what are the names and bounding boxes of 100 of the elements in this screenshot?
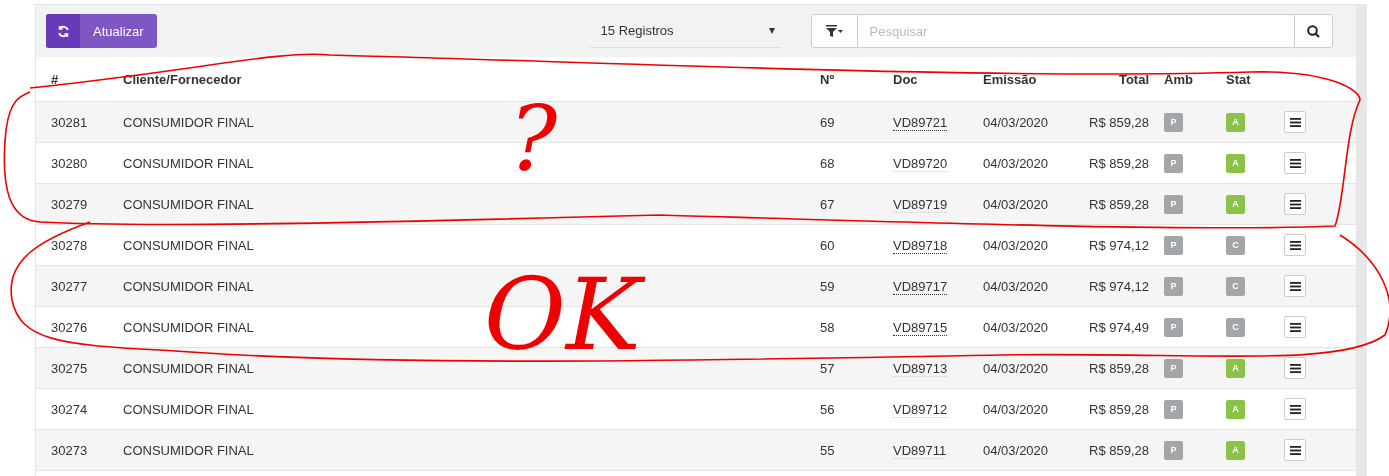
row-menu-button[interactable] [1284, 398, 1306, 420]
menu-icon [1289, 363, 1301, 373]
row-menu-button[interactable] [1284, 357, 1306, 379]
table-cell-text: CONSUMIDOR FINAL [123, 401, 255, 417]
table-cell-text: CONSUMIDOR FINAL [123, 237, 255, 253]
refresh-button[interactable]: Atualizar [46, 14, 157, 48]
table-cell-text: 30273 [51, 442, 89, 458]
table-cell-text: 30274 [51, 401, 89, 417]
row-menu-button[interactable] [1284, 316, 1306, 338]
table-cell-text: CONSUMIDOR FINAL [123, 155, 255, 171]
status-badge: C [1226, 235, 1245, 255]
menu-icon [1289, 281, 1301, 291]
doc-link[interactable]: VD89712 [893, 402, 948, 418]
column-header: Stat [1226, 71, 1252, 87]
column-header: # [51, 71, 60, 87]
table-cell-text: CONSUMIDOR FINAL [123, 319, 255, 335]
row-menu-button[interactable] [1284, 152, 1306, 174]
table-cell-text: 30281 [51, 114, 89, 130]
table-cell-text: R$ 859,28 [1088, 155, 1150, 171]
environment-badge: P [1164, 276, 1183, 296]
doc-link[interactable]: VD89720 [893, 156, 948, 172]
row-menu-button[interactable] [1284, 275, 1306, 297]
refresh-icon [56, 24, 70, 38]
environment-badge: P [1164, 399, 1183, 419]
row-menu-button[interactable] [1284, 193, 1306, 215]
table-cell-text: 55 [820, 442, 836, 458]
table-cell-text: 68 [820, 155, 836, 171]
menu-icon [1289, 322, 1301, 332]
environment-badge: P [1164, 194, 1183, 214]
menu-icon [1289, 404, 1301, 414]
menu-icon [1289, 240, 1301, 250]
table-cell-text: CONSUMIDOR FINAL [123, 442, 255, 458]
table-cell-text: R$ 859,28 [1088, 114, 1150, 130]
table-cell-text: R$ 974,12 [1088, 237, 1150, 253]
caret-icon [768, 27, 775, 34]
doc-link[interactable]: VD89711 [893, 443, 947, 459]
column-header: Amb [1164, 71, 1194, 87]
table-cell-text: 30278 [51, 237, 89, 253]
column-header: Cliente/Fornecedor [123, 71, 243, 87]
table-cell-text: 04/03/2020 [983, 155, 1050, 171]
column-header: Doc [893, 71, 919, 87]
table-cell-text: 04/03/2020 [983, 237, 1050, 253]
table-cell-text: 59 [820, 278, 836, 294]
table-cell-text: 67 [820, 196, 836, 212]
table-cell-text: R$ 859,28 [1088, 442, 1150, 458]
table-cell-text: CONSUMIDOR FINAL [123, 278, 255, 294]
doc-link[interactable]: VD89715 [893, 320, 948, 336]
table-cell-text: 04/03/2020 [983, 196, 1050, 212]
row-menu-button[interactable] [1284, 234, 1306, 256]
table-cell-text: R$ 859,28 [1088, 401, 1150, 417]
handwritten-note: OK [480, 250, 653, 380]
table-cell-text: 30279 [51, 196, 89, 212]
column-header: Nº [820, 71, 836, 87]
table-cell-text: 04/03/2020 [983, 319, 1050, 335]
doc-link[interactable]: VD89721 [893, 115, 948, 131]
table-cell-text: 04/03/2020 [983, 401, 1050, 417]
table-cell-text: R$ 974,49 [1088, 319, 1150, 335]
table-cell-text: 60 [820, 237, 836, 253]
handwritten-note: ? [508, 85, 559, 193]
menu-icon [1289, 445, 1301, 455]
table-cell-text: CONSUMIDOR FINAL [123, 114, 255, 130]
doc-link[interactable]: VD89718 [893, 238, 948, 254]
status-badge: C [1226, 317, 1245, 337]
row-menu-button[interactable] [1284, 439, 1306, 461]
table-cell-text: 04/03/2020 [983, 278, 1050, 294]
status-badge: A [1226, 153, 1245, 173]
search-field[interactable]: Pesquisar [857, 14, 1294, 48]
table-cell-text: 69 [820, 114, 836, 130]
table-cell-text: R$ 974,12 [1088, 278, 1150, 294]
environment-badge: P [1164, 153, 1183, 173]
status-badge: C [1226, 276, 1245, 296]
table-cell-text: CONSUMIDOR FINAL [123, 196, 255, 212]
status-badge: A [1226, 358, 1245, 378]
doc-link[interactable]: VD89713 [893, 361, 948, 377]
environment-badge: P [1164, 235, 1183, 255]
doc-link[interactable]: VD89719 [893, 197, 948, 213]
table-cell-text: CONSUMIDOR FINAL [123, 360, 255, 376]
row-menu-button[interactable] [1284, 111, 1306, 133]
table-cell-text: 04/03/2020 [983, 442, 1050, 458]
table-cell-text: 04/03/2020 [983, 114, 1050, 130]
table-cell-text: R$ 859,28 [1088, 196, 1150, 212]
page-size-select[interactable]: 15 Registros [590, 14, 781, 48]
status-badge: A [1226, 194, 1245, 214]
search-icon [1306, 24, 1320, 38]
filter-icon [825, 25, 843, 37]
table-cell-text: 30276 [51, 319, 89, 335]
environment-badge: P [1164, 112, 1183, 132]
column-header: Total [1117, 71, 1150, 87]
table-cell-text: 30277 [51, 278, 89, 294]
filter-button[interactable] [810, 14, 858, 48]
table-cell-text: 30280 [51, 155, 89, 171]
column-header: Emissão [983, 71, 1038, 87]
menu-icon [1289, 158, 1301, 168]
status-badge: A [1226, 440, 1245, 460]
table-cell-text: 58 [820, 319, 836, 335]
table-cell-text: 30275 [51, 360, 89, 376]
status-badge: A [1226, 399, 1245, 419]
doc-link[interactable]: VD89717 [893, 279, 948, 295]
search-button[interactable] [1293, 14, 1333, 48]
status-badge: A [1226, 112, 1245, 132]
